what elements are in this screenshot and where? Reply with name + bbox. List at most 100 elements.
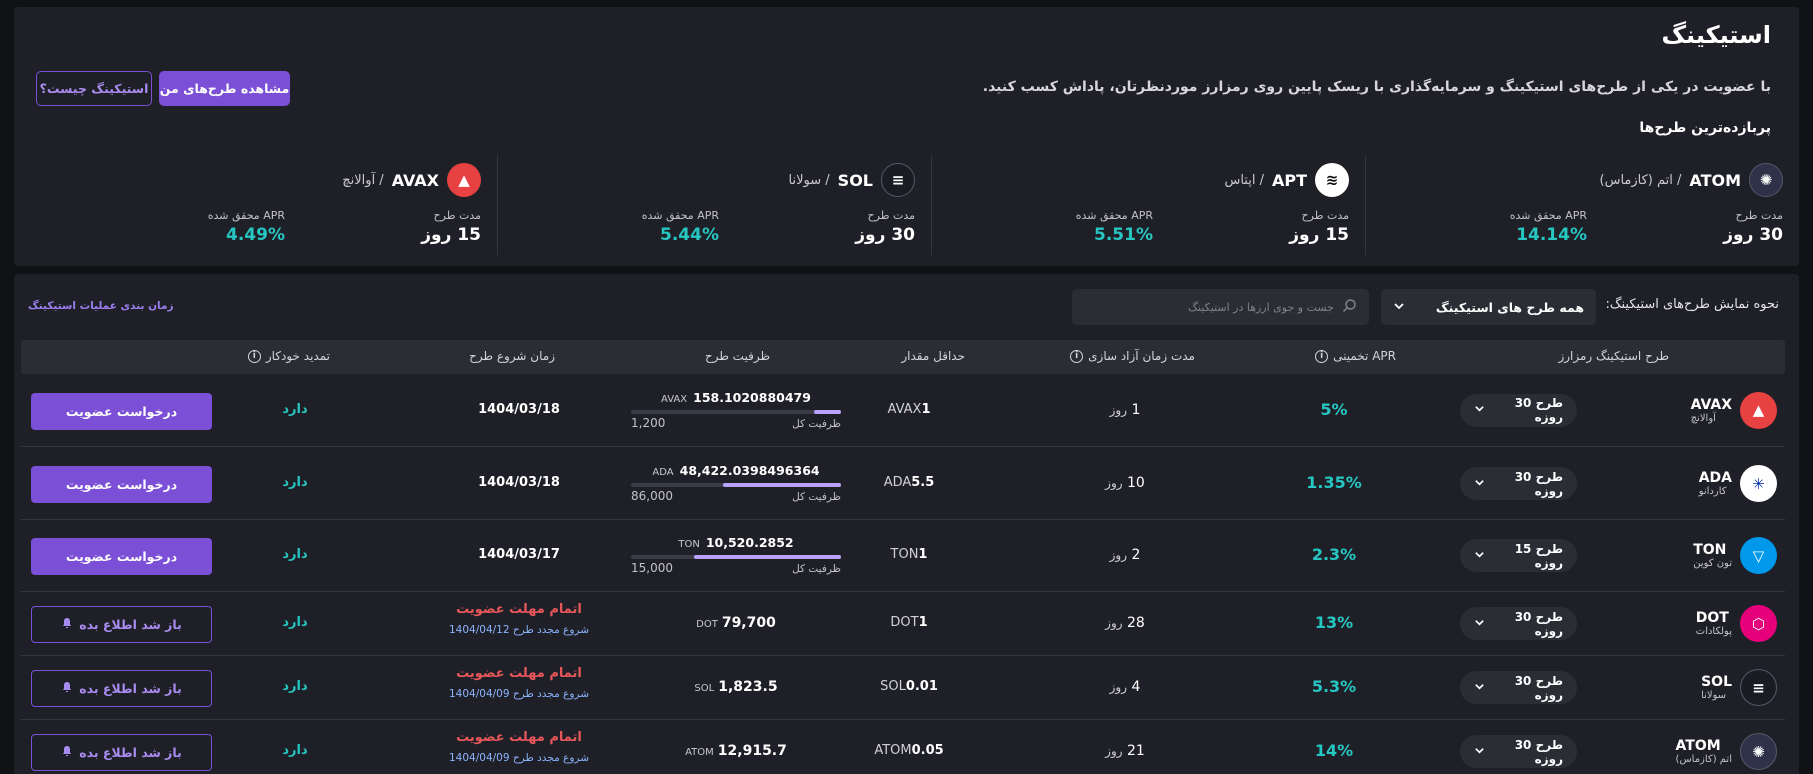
info-icon[interactable]: i [1070, 349, 1084, 363]
capacity-total-label: ظرفیت کل [792, 491, 841, 503]
plan-duration-select[interactable]: طرح 30 روزه [1460, 467, 1577, 500]
release-unit: روز [1105, 744, 1123, 758]
table-row: ▽ TON تون کوین طرح 15 روزه 2.3% 2 روز TON1 TON 1… [21, 520, 1785, 592]
min-amount: AVAX1 [887, 401, 931, 417]
notify-label: باز شد اطلاع بده [79, 617, 182, 632]
min-amount-unit: DOT [890, 615, 919, 630]
plan-duration-select[interactable]: طرح 15 روزه [1460, 539, 1577, 572]
apr-value: 14.14% [1516, 225, 1587, 245]
table-header: طرح استیکینگ رمزارز APR تخمینی i مدت زمان… [21, 340, 1785, 374]
release-number: 28 [1122, 615, 1145, 631]
plan-duration-value: طرح 30 روزه [1514, 396, 1563, 424]
release-unit: روز [1109, 402, 1127, 417]
apr-value: 4.49% [226, 225, 285, 245]
plan-capacity: SOL 1,823.5 [694, 679, 778, 695]
top-plan-symbol: APT [1271, 170, 1307, 190]
top-plan-card[interactable]: ▲ AVAX / آوالانچ مدت طرح 15 روز APR محقق شده 4… [63, 155, 497, 255]
notify-label: باز شد اطلاع بده [79, 745, 182, 760]
coin-icon: ✳ [1740, 465, 1777, 502]
top-plans-list: ✺ ATOM / اتم (کازماس) مدت طرح 30 روز APR محقق… [14, 155, 1799, 257]
chevron-down-icon [1474, 477, 1485, 491]
notify-me-button[interactable]: باز شد اطلاع بده [31, 670, 212, 707]
join-request-button[interactable]: درخواست عضویت [31, 538, 212, 575]
info-icon[interactable]: i [1315, 349, 1329, 363]
release-number: 2 [1127, 547, 1141, 563]
release-period: 2 روز [1075, 547, 1175, 563]
display-mode-select[interactable]: همه طرح های استیکینگ [1381, 289, 1596, 325]
plan-duration-value: طرح 30 روزه [1514, 673, 1563, 702]
coin-search-input[interactable]: جست و جوی ارزها در استیکینگ [1072, 289, 1369, 325]
plan-capacity: AVAX 158.1020880479 ظرفیت کل 1,200 [631, 390, 841, 438]
table-row: ▲ AVAX آوالانچ طرح 30 روزه 5% 1 روز AVAX1 AVAX 1… [21, 374, 1785, 447]
plan-start: 1404/03/17 [478, 547, 560, 562]
coin-cell: ⬡ DOT پولکادات [1696, 605, 1777, 642]
duration-value: 15 روز [1289, 225, 1349, 245]
coin-cell: ▲ AVAX آوالانچ [1690, 391, 1777, 429]
plan-duration-value: طرح 30 روزه [1514, 737, 1563, 766]
plan-capacity: ATOM 12,915.7 [685, 743, 787, 759]
auto-renew-status: دارد [282, 475, 308, 490]
my-plans-button[interactable]: مشاهده طرح‌های من [159, 71, 290, 106]
join-request-button[interactable]: درخواست عضویت [31, 466, 212, 503]
top-plan-card[interactable]: ✺ ATOM / اتم (کازماس) مدت طرح 30 روز APR محقق… [1365, 155, 1799, 255]
plan-duration-select[interactable]: طرح 30 روزه [1460, 607, 1577, 640]
plan-start: اتمام مهلت عضویت شروع مجدد طرح 1404/04/12 [429, 602, 609, 636]
top-plan-card[interactable]: ≋ APT / اپتاس مدت طرح 15 روز APR محقق شده 5.51… [931, 155, 1365, 255]
capacity-used: AVAX 158.1020880479 [661, 389, 811, 405]
join-request-button[interactable]: درخواست عضویت [31, 392, 212, 430]
auto-renew-status: دارد [282, 401, 308, 417]
coin-icon: ✺ [1749, 163, 1783, 197]
min-amount-unit: ADA [883, 475, 912, 490]
coin-symbol: ATOM [1675, 738, 1721, 754]
top-plan-apr: APR محقق شده 5.44% [642, 209, 719, 245]
auto-renew-status: دارد [282, 547, 308, 562]
plan-duration-select[interactable]: طرح 30 روزه [1460, 393, 1577, 427]
notify-me-button[interactable]: باز شد اطلاع بده [31, 606, 212, 643]
col-release-label: مدت زمان آزاد سازی [1088, 349, 1195, 363]
coin-icon: ▽ [1740, 537, 1777, 574]
notify-me-button[interactable]: باز شد اطلاع بده [31, 734, 212, 771]
coin-cell: ✺ ATOM اتم (کازماس) [1676, 733, 1777, 770]
coin-text: ADA کاردانو [1699, 470, 1732, 497]
coin-icon: ≡ [1740, 669, 1777, 706]
release-period: 1 روز [1075, 402, 1175, 418]
plan-duration-select[interactable]: طرح 30 روزه [1460, 671, 1577, 704]
display-mode-label: نحوه نمایش طرح‌های استیکینگ: [1605, 297, 1779, 312]
schedule-link[interactable]: زمان بندی عملیات استیکینگ [28, 300, 174, 312]
top-plan-duration: مدت طرح 30 روز [855, 209, 915, 245]
top-plan-symbol: ATOM [1689, 170, 1741, 190]
plans-panel: نحوه نمایش طرح‌های استیکینگ: همه طرح های… [14, 274, 1799, 774]
coin-text: SOL سولانا [1701, 674, 1732, 701]
chevron-down-icon [1474, 617, 1485, 631]
min-amount-unit: TON [890, 547, 919, 562]
col-capacity: ظرفیت طرح [705, 349, 770, 363]
chevron-down-icon [1474, 403, 1485, 417]
coin-name: آوالانچ [1690, 412, 1716, 424]
top-plan-duration: مدت طرح 15 روز [1289, 209, 1349, 245]
release-number: 21 [1122, 743, 1145, 759]
release-unit: روز [1105, 616, 1123, 630]
coin-name: اتم (کازماس) [1675, 754, 1732, 765]
info-icon[interactable]: i [247, 349, 261, 363]
col-coin: طرح استیکینگ رمزارز [1558, 349, 1669, 363]
table-row: ✺ ATOM اتم (کازماس) طرح 30 روزه 14% 21 روز ATO… [21, 720, 1785, 774]
capacity-unit: TON [678, 539, 700, 550]
coin-icon: ≋ [1315, 163, 1349, 197]
top-plan-card[interactable]: ≡ SOL / سولانا مدت طرح 30 روز APR محقق شده 5.4… [497, 155, 931, 255]
col-start: زمان شروع طرح [469, 349, 555, 363]
capacity-progress-fill [694, 555, 841, 559]
col-auto-renew-label: تمدید خودکار [265, 349, 330, 363]
plan-duration-select[interactable]: طرح 30 روزه [1460, 735, 1577, 768]
notify-label: باز شد اطلاع بده [79, 681, 182, 696]
what-is-staking-button[interactable]: استیکینگ چیست؟ [36, 71, 152, 106]
chevron-down-icon [1393, 300, 1405, 315]
capacity-progress-fill [813, 409, 841, 414]
top-plans-title: پربازده‌ترین طرح‌ها [1639, 120, 1771, 136]
auto-renew-status: دارد [282, 743, 308, 758]
top-plan-heading: ▲ AVAX / آوالانچ [342, 163, 481, 197]
top-plan-duration: مدت طرح 30 روز [1723, 209, 1783, 245]
capacity-total-label: ظرفیت کل [792, 417, 841, 430]
coin-cell: ▽ TON تون کوین [1693, 537, 1777, 574]
table-row: ✳ ADA کاردانو طرح 30 روزه 1.35% 10 روز ADA5.5 A… [21, 448, 1785, 520]
capacity-progress-bar [631, 555, 841, 559]
